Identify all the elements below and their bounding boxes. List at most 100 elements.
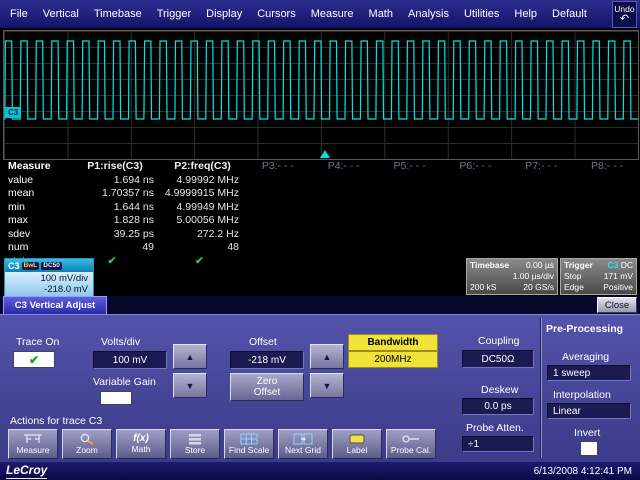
- measure-cell: 5.00056 MHz: [160, 214, 245, 228]
- measure-cell: 4.9999915 MHz: [160, 187, 245, 201]
- timebase-descriptor[interactable]: Timebase 0.00 µs 1.00 µs/div 200 kS 20 G…: [466, 258, 558, 295]
- math-action-label: Math: [132, 445, 151, 454]
- undo-button[interactable]: Undo ↶: [612, 1, 637, 28]
- menu-measure[interactable]: Measure: [311, 8, 354, 20]
- measure-col-p5[interactable]: P5:- - -: [377, 160, 443, 174]
- section-divider: [540, 318, 541, 458]
- c3-vertical-adjust-dialog: Trace On ✔ Volts/div 100 mV Variable Gai…: [0, 314, 640, 462]
- magnifier-icon: [76, 433, 98, 445]
- find-scale-action-label: Find Scale: [229, 446, 269, 455]
- preprocessing-title: Pre-Processing: [546, 323, 623, 335]
- label-action-button[interactable]: Label: [332, 429, 382, 459]
- zero-offset-label: Zero Offset: [244, 376, 290, 398]
- math-action-button[interactable]: f(x) Math: [116, 429, 166, 459]
- menu-utilities[interactable]: Utilities: [464, 8, 499, 20]
- menu-cursors[interactable]: Cursors: [257, 8, 296, 20]
- measure-row-label: value: [0, 174, 70, 188]
- timebase-position: 0.00 µs: [526, 260, 554, 271]
- measure-table: Measure P1:rise(C3) P2:freq(C3) P3:- - -…: [0, 160, 640, 268]
- menu-analysis[interactable]: Analysis: [408, 8, 449, 20]
- trigger-position-marker[interactable]: [320, 150, 330, 158]
- timebase-record-length: 200 kS: [470, 282, 496, 293]
- probe-cal-action-button[interactable]: Probe Cal.: [386, 429, 436, 459]
- offset-decrease-button[interactable]: ▼: [310, 373, 344, 398]
- trace-on-checkbox[interactable]: ✔: [13, 351, 55, 368]
- waveform-display[interactable]: C3: [3, 30, 639, 160]
- find-scale-action-button[interactable]: Find Scale: [224, 429, 274, 459]
- measure-col-p2[interactable]: P2:freq(C3): [160, 160, 245, 174]
- timebase-scale: 1.00 µs/div: [513, 271, 554, 282]
- probe-icon: [400, 433, 422, 445]
- bandwidth-label: Bandwidth: [348, 334, 438, 351]
- measure-col-p1[interactable]: P1:rise(C3): [70, 160, 160, 174]
- coupling-field[interactable]: DC50Ω: [462, 350, 534, 368]
- next-grid-action-button[interactable]: Next Grid: [278, 429, 328, 459]
- channel-c3-descriptor[interactable]: C3 BwL DC50 100 mV/div -218.0 mV: [4, 258, 94, 297]
- deskew-field[interactable]: 0.0 ps: [462, 398, 534, 415]
- timebase-title: Timebase: [470, 260, 509, 271]
- close-button[interactable]: Close: [597, 297, 637, 313]
- menu-display[interactable]: Display: [206, 8, 242, 20]
- measure-col-p7[interactable]: P7:- - -: [508, 160, 574, 174]
- measure-col-p4[interactable]: P4:- - -: [311, 160, 377, 174]
- measure-action-button[interactable]: Measure: [8, 429, 58, 459]
- dialog-tab-strip: C3 Vertical Adjust Close: [0, 296, 640, 314]
- tab-c3-vertical-adjust[interactable]: C3 Vertical Adjust: [3, 296, 107, 314]
- next-grid-action-label: Next Grid: [285, 446, 321, 455]
- fx-icon: f(x): [133, 434, 149, 444]
- interpolation-field[interactable]: Linear: [547, 403, 631, 419]
- trigger-coupling: DC: [621, 260, 633, 270]
- volts-div-label: Volts/div: [101, 336, 140, 348]
- store-action-button[interactable]: Store: [170, 429, 220, 459]
- bandwidth-select[interactable]: 200MHz: [348, 351, 438, 368]
- zoom-action-button[interactable]: Zoom: [62, 429, 112, 459]
- coupling-label: Coupling: [478, 335, 519, 347]
- down-arrow-icon: ▼: [323, 381, 332, 391]
- label-action-label: Label: [347, 446, 368, 455]
- variable-gain-checkbox[interactable]: [100, 391, 132, 405]
- volts-div-decrease-button[interactable]: ▼: [173, 373, 207, 398]
- menu-file[interactable]: File: [10, 8, 28, 20]
- measure-col-p8[interactable]: P8:- - -: [574, 160, 640, 174]
- trigger-descriptor[interactable]: Trigger C3 DC Stop 171 mV Edge Positive: [560, 258, 637, 295]
- offset-field[interactable]: -218 mV: [230, 351, 304, 369]
- channel-name: C3: [8, 261, 20, 271]
- menu-bar: File Vertical Timebase Trigger Display C…: [0, 0, 640, 28]
- probe-atten-field[interactable]: ÷1: [462, 436, 534, 452]
- measure-cell: 1.694 ns: [70, 174, 160, 188]
- trigger-source: C3: [607, 260, 618, 270]
- undo-icon: ↶: [620, 14, 629, 24]
- measure-row-label: max: [0, 214, 70, 228]
- deskew-label: Deskew: [481, 384, 518, 396]
- averaging-field[interactable]: 1 sweep: [547, 365, 631, 381]
- store-icon: [184, 433, 206, 445]
- invert-checkbox[interactable]: [580, 441, 598, 456]
- volts-div-field[interactable]: 100 mV: [93, 351, 167, 369]
- measure-col-p3[interactable]: P3:- - -: [245, 160, 311, 174]
- measure-row-label: num: [0, 241, 70, 255]
- default-setup-label[interactable]: Default: [552, 8, 587, 20]
- measure-row-label: mean: [0, 187, 70, 201]
- channel-offset: -218.0 mV: [5, 284, 88, 295]
- volts-div-increase-button[interactable]: ▲: [173, 344, 207, 369]
- offset-increase-button[interactable]: ▲: [310, 344, 344, 369]
- waveform-trace: [4, 41, 638, 119]
- menu-timebase[interactable]: Timebase: [94, 8, 142, 20]
- menu-math[interactable]: Math: [369, 8, 393, 20]
- measure-cell: 1.644 ns: [70, 201, 160, 215]
- measure-table-title: Measure: [0, 160, 70, 174]
- measure-col-p6[interactable]: P6:- - -: [443, 160, 509, 174]
- status-check-icon: ✔: [160, 255, 245, 269]
- datetime-stamp: 6/13/2008 4:12:41 PM: [534, 466, 632, 477]
- zoom-action-label: Zoom: [76, 446, 98, 455]
- zero-offset-button[interactable]: Zero Offset: [230, 373, 304, 401]
- coupling-badge: DC50: [41, 262, 62, 270]
- menu-vertical[interactable]: Vertical: [43, 8, 79, 20]
- menu-trigger[interactable]: Trigger: [157, 8, 191, 20]
- interpolation-label: Interpolation: [553, 389, 611, 401]
- menu-help[interactable]: Help: [514, 8, 537, 20]
- channel-volts-per-div: 100 mV/div: [5, 273, 88, 284]
- averaging-label: Averaging: [562, 351, 609, 363]
- channel-baseline-marker[interactable]: C3: [5, 107, 21, 118]
- bandwidth-limit-badge: BwL: [22, 262, 40, 270]
